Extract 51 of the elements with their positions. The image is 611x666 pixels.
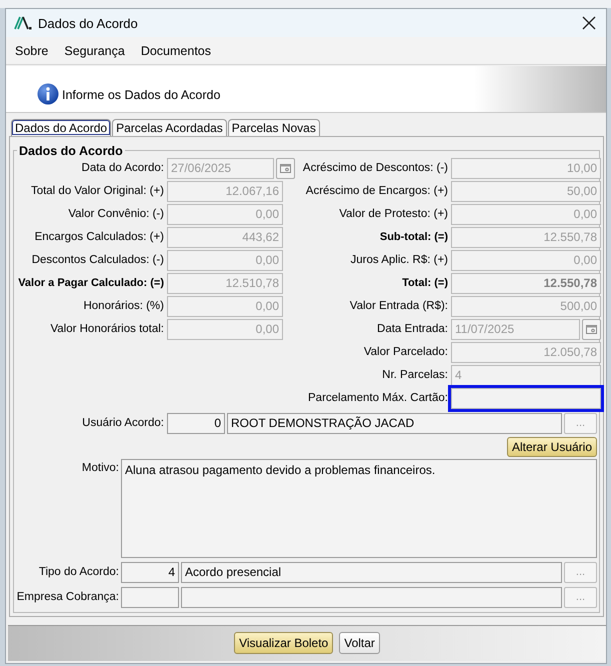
window-title: Dados do Acordo [38,16,139,31]
name-field[interactable]: ROOT DEMONSTRAÇÃO JACAD [227,412,562,434]
footer-button[interactable]: Voltar [339,632,380,654]
name-field[interactable]: Acordo presencial [181,562,562,583]
field-label: Valor Honorários total: [49,323,164,336]
field-label: Valor a Pagar Calculado: (=) [17,277,164,290]
field-label: Valor de Protesto: (+) [338,208,448,220]
field-label: Usuário Acordo: [81,417,164,430]
calendar-button[interactable] [276,158,295,179]
field-label: Empresa Cobrança: [16,591,119,604]
field-label: Juros Aplic. R$: (+) [350,254,448,266]
calendar-icon [586,324,597,334]
tab[interactable]: Dados do Acordo [11,118,112,136]
lookup-button[interactable]: ... [564,586,597,608]
field-label: Valor Entrada (R$): [348,300,448,312]
menu-item[interactable]: Segurança [64,44,125,58]
field-label: Data do Acordo: [80,162,164,174]
group-title: Dados do Acordo [18,144,124,158]
change-user-button[interactable]: Alterar Usuário [506,436,597,457]
reason-text-area[interactable]: Aluna atrasou pagamento devido a problemas financeiros. [121,458,597,558]
field-label: Data Entrada: [376,323,448,336]
field-label: Valor Parcelado: [362,346,448,358]
field-label: Nr. Parcelas: [381,369,448,382]
code-field[interactable]: 4 [121,562,179,583]
menu-item[interactable]: Documentos [140,44,212,58]
field-label: Total: (=) [401,277,448,290]
lookup-button[interactable]: ... [564,412,597,434]
tab[interactable]: Parcelas Acordadas [112,118,227,136]
field-label: Honorários: (%) [82,300,164,312]
code-field[interactable]: 0 [167,412,225,434]
close-icon[interactable] [582,16,596,30]
field-label: Tipo do Acordo: [38,566,119,578]
menu-item[interactable]: Sobre [15,44,48,58]
info-icon [37,82,59,105]
calendar-icon [280,164,291,173]
field-label: Acréscimo de Encargos: (+) [304,185,448,198]
tab[interactable]: Parcelas Novas [228,118,320,136]
field-label: Motivo: [80,462,119,474]
field-label: Total do Valor Original: (+) [30,185,164,198]
code-field[interactable] [121,586,179,608]
field-label: Sub-total: (=) [378,231,448,244]
field-label: Valor Convênio: (-) [67,208,164,220]
field-label: Acréscimo de Descontos: (-) [302,162,448,174]
name-field[interactable] [181,586,562,608]
footer-button[interactable]: Visualizar Boleto [234,632,334,654]
header-text: Informe os Dados do Acordo [62,88,220,102]
field-label: Encargos Calculados: (+) [34,231,164,244]
logo-icon [14,16,32,30]
field-label: Descontos Calculados: (-) [30,254,164,266]
field-label: Parcelamento Máx. Cartão: [307,392,448,404]
lookup-button[interactable]: ... [564,562,597,583]
